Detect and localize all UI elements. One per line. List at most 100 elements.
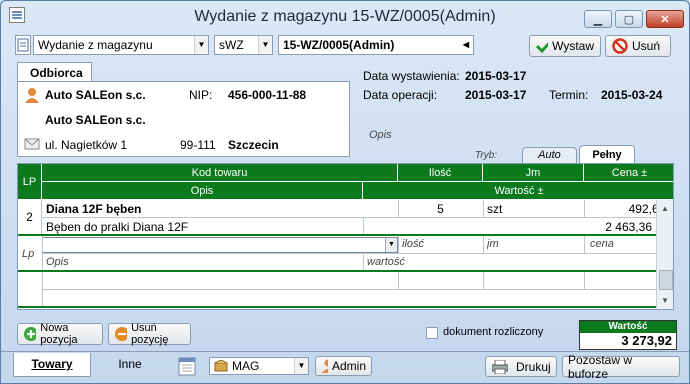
chevron-down-icon: ▼ [385,238,397,252]
new-unit-input[interactable]: jm [487,238,499,250]
row-value[interactable]: 2 463,36 [363,220,652,234]
main-window: Wydanie z magazynu 15-WZ/0005(Admin) ▁ ▢… [0,0,690,384]
settled-checkbox[interactable] [426,327,438,339]
tab-recipient[interactable]: Odbiorca [17,62,92,82]
divider [483,236,484,253]
street: ul. Nagietków 1 [45,138,128,152]
remove-item-button[interactable]: Usuń pozycję [108,322,191,346]
tab-mode-auto[interactable]: Auto [522,147,577,163]
maximize-button[interactable]: ▢ [615,10,643,28]
col-unit: Jm [483,164,584,182]
doc-type-select[interactable]: Wydanie z magazynu ▼ [33,35,209,55]
row-desc[interactable]: Bęben do pralki Diana 12F [46,220,360,234]
minus-icon [115,327,128,341]
divider [363,217,364,234]
doc-list-icon[interactable] [15,35,31,55]
close-button[interactable]: ✕ [646,10,684,28]
city: Szczecin [228,138,279,152]
divider [363,253,364,270]
issue-date[interactable]: 2015-03-17 [465,69,526,83]
divider [398,272,399,289]
chevron-down-icon: ▼ [194,36,208,54]
remove-item-label: Usuń pozycję [131,322,169,346]
postcode: 99-111 [180,138,216,152]
nip-value: 456-000-11-88 [228,88,307,102]
chevron-down-icon: ▼ [294,358,308,374]
divider [584,236,585,253]
scroll-up-icon[interactable]: ▲ [661,204,669,213]
divider [483,272,484,289]
recipient-name-2: Auto SALEon s.c. [45,113,146,127]
issue-date-label: Data wystawienia: [363,69,460,83]
divider [584,272,585,289]
forbidden-icon [612,38,628,54]
new-lp-placeholder: Lp [22,248,35,260]
keep-in-buffer-button[interactable]: Pozostaw w buforze [562,353,680,381]
user-label: Admin [331,359,366,373]
new-value-input[interactable]: wartość [367,256,405,268]
recipient-panel: Auto SALEon s.c. NIP: 456-000-11-88 Auto… [17,81,350,157]
new-price-input[interactable]: cena [590,238,614,250]
row-divider [42,289,673,290]
envelope-icon [24,138,40,150]
chevron-down-icon: ▼ [258,36,272,54]
col-desc: Opis [42,182,363,200]
user-button[interactable]: Admin [315,356,372,376]
total-value: 3 273,92 [621,333,672,348]
doc-number-value: 15-WZ/0005(Admin) [283,38,395,52]
cancel-button[interactable]: Usuń [605,35,671,57]
due-date[interactable]: 2015-03-24 [601,88,662,102]
new-desc-input[interactable]: Opis [46,256,69,268]
settled-label: dokument rozliczony [443,326,544,338]
tab-mode-auto-label: Auto [538,149,561,161]
vertical-scrollbar[interactable]: ▲ ▼ [656,200,673,309]
warehouse-value: MAG [232,359,260,373]
chevron-left-icon: ◀ [459,36,473,54]
printer-icon [492,359,508,374]
warehouse-select[interactable]: MAG ▼ [209,357,309,375]
tab-mode-full[interactable]: Pełny [579,145,635,164]
divider [42,272,43,308]
divider [398,200,399,217]
row-lp: 2 [18,200,42,234]
person-icon [25,88,39,103]
total-label: Wartość [580,321,676,333]
description-input[interactable]: Opis [369,129,392,141]
new-code-select[interactable]: ▼ [42,237,398,253]
row-divider [42,253,673,254]
tab-other[interactable]: Inne [105,353,155,377]
plus-icon [24,327,37,341]
row-code[interactable]: Diana 12F bęben [46,202,396,216]
new-qty-input[interactable]: ilość [402,238,424,250]
row-separator [18,234,673,236]
title-bar: Wydanie z magazynu 15-WZ/0005(Admin) ▁ ▢… [1,1,689,31]
add-item-button[interactable]: Nowa pozycja [17,322,103,346]
row-unit[interactable]: szt [487,202,582,216]
tab-goods[interactable]: Towary [13,353,91,377]
warehouse-icon [214,360,228,372]
scrollbar-thumb[interactable] [659,270,673,290]
operation-date[interactable]: 2015-03-17 [465,88,526,102]
row-qty[interactable]: 5 [398,202,483,216]
col-code: Kod towaru [42,164,398,182]
scroll-down-icon[interactable]: ▼ [661,296,669,305]
doc-number-field[interactable]: 15-WZ/0005(Admin) ◀ [278,35,474,55]
doc-type-value: Wydanie z magazynu [38,38,153,52]
cancel-label: Usuń [632,39,661,53]
divider [584,200,585,217]
total-box: Wartość 3 273,92 [579,320,677,350]
toolbar: Wydanie z magazynu ▼ sWZ ▼ 15-WZ/0005(Ad… [1,35,689,57]
due-date-label: Termin: [549,88,589,102]
row-separator [18,270,673,272]
print-button[interactable]: Drukuj [485,356,557,377]
issue-label: Wystaw [552,39,594,53]
series-select[interactable]: sWZ ▼ [214,35,273,55]
tab-mode-full-label: Pełny [592,149,622,161]
minimize-button[interactable]: ▁ [584,10,612,28]
issue-button[interactable]: Wystaw [529,35,601,57]
user-icon [322,359,328,373]
divider [483,200,484,217]
calendar-icon[interactable] [178,356,196,376]
recipient-name[interactable]: Auto SALEon s.c. [45,88,146,102]
col-qty: Ilość [398,164,483,182]
